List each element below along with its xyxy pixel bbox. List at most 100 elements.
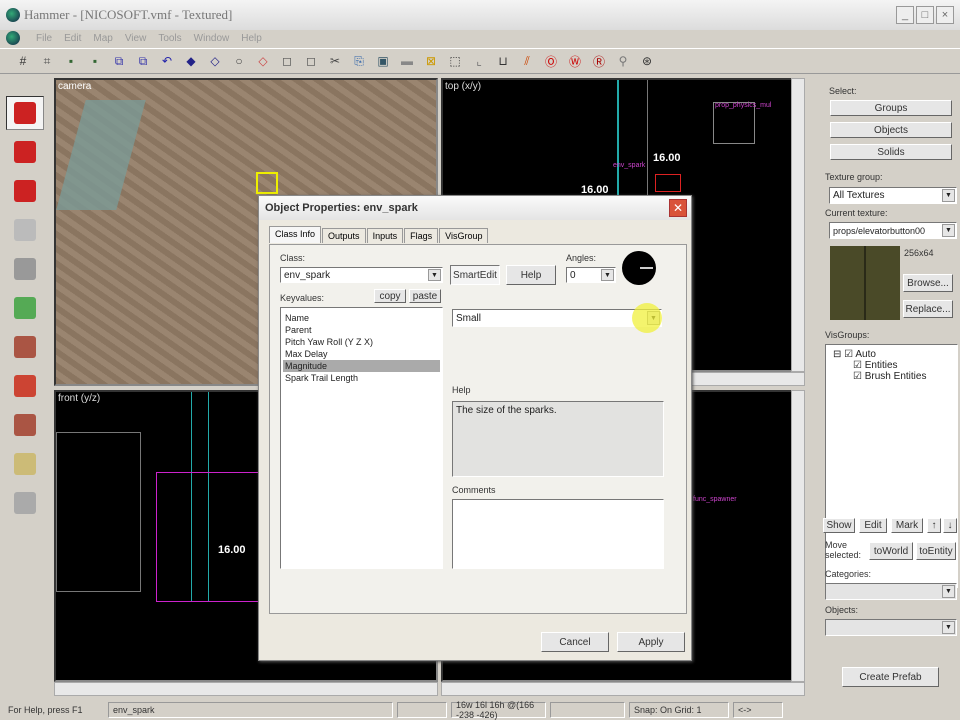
side-vscrollbar[interactable] xyxy=(791,390,805,682)
class-select[interactable]: env_spark ▼ xyxy=(280,267,443,283)
minimize-button[interactable]: _ xyxy=(896,6,914,24)
side-hscrollbar[interactable] xyxy=(441,682,805,696)
menu-view[interactable]: View xyxy=(125,33,147,44)
chevron-down-icon[interactable]: ▼ xyxy=(601,269,614,281)
camera-tool-icon[interactable] xyxy=(6,174,44,208)
overlay-tool-icon[interactable] xyxy=(6,408,44,442)
objects-select[interactable]: ▼ xyxy=(825,619,957,636)
chevron-down-icon[interactable]: ▼ xyxy=(942,585,955,598)
comments-input[interactable] xyxy=(452,499,664,569)
visgroup-auto[interactable]: ⊟ ☑ Auto xyxy=(833,349,957,360)
smartedit-toggle[interactable]: SmartEdit xyxy=(450,265,500,285)
replace-button[interactable]: Replace... xyxy=(903,300,953,318)
tab-class-info[interactable]: Class Info xyxy=(269,226,322,243)
keyvalue-item[interactable]: Name xyxy=(283,312,440,324)
magnify-icon[interactable] xyxy=(6,135,44,169)
select-box-icon[interactable]: ⬚ xyxy=(446,52,464,70)
angle-dial[interactable] xyxy=(622,251,656,285)
ungroup-icon[interactable]: ◇ xyxy=(206,52,224,70)
chevron-down-icon[interactable]: ▼ xyxy=(942,224,955,237)
help-button[interactable]: Help xyxy=(506,265,556,285)
browse-button[interactable]: Browse... xyxy=(903,274,953,292)
decal-icon[interactable]: ⫽ xyxy=(518,52,536,70)
check-problems-icon[interactable]: Ⓡ xyxy=(590,52,608,70)
paste-icon[interactable]: ▣ xyxy=(374,52,392,70)
keyvalues-list[interactable]: Name Parent Pitch Yaw Roll (Y Z X) Max Dela… xyxy=(280,307,443,569)
chevron-down-icon[interactable]: ▼ xyxy=(942,189,955,202)
front-hscrollbar[interactable] xyxy=(54,682,438,696)
vertex-tool-icon[interactable] xyxy=(6,486,44,520)
menu-file[interactable]: File xyxy=(36,33,52,44)
keyvalue-item[interactable]: Pitch Yaw Roll (Y Z X) xyxy=(283,336,440,348)
copy-button[interactable]: copy xyxy=(374,289,406,303)
maximize-button[interactable]: □ xyxy=(916,6,934,24)
texture-icon[interactable]: ⊔ xyxy=(494,52,512,70)
to-world-button[interactable]: toWorld xyxy=(869,542,913,560)
to-entity-button[interactable]: toEntity xyxy=(916,542,956,560)
carve-icon[interactable]: ◇ xyxy=(254,52,272,70)
visgroup-brush-entities[interactable]: ☑ Brush Entities xyxy=(853,371,957,382)
hide-icon[interactable]: ○ xyxy=(230,52,248,70)
entity-tool-icon[interactable] xyxy=(6,213,44,247)
load-window-icon[interactable]: ⧉ xyxy=(110,52,128,70)
value-select[interactable]: Small▼ xyxy=(452,309,662,327)
keyvalue-item[interactable]: Spark Trail Length xyxy=(283,372,440,384)
copy-icon[interactable]: ⎘ xyxy=(350,52,368,70)
entity-report-icon[interactable]: Ⓦ xyxy=(566,52,584,70)
dialog-close-button[interactable]: ✕ xyxy=(669,199,687,217)
cut-icon[interactable]: ✂ xyxy=(326,52,344,70)
keyvalue-item[interactable]: Parent xyxy=(283,324,440,336)
texture-lock-icon[interactable]: ▬ xyxy=(398,52,416,70)
group-icon[interactable]: ◆ xyxy=(182,52,200,70)
menu-tools[interactable]: Tools xyxy=(158,33,181,44)
scale-lock-icon[interactable]: ⊠ xyxy=(422,52,440,70)
run-map-icon[interactable]: Ⓞ xyxy=(542,52,560,70)
menu-edit[interactable]: Edit xyxy=(64,33,81,44)
chevron-down-icon[interactable]: ▼ xyxy=(942,621,955,634)
compile-icon[interactable]: ⚲ xyxy=(614,52,632,70)
move-up-button[interactable]: ↑ xyxy=(927,518,941,533)
tab-flags[interactable]: Flags xyxy=(404,228,439,243)
menu-help[interactable]: Help xyxy=(241,33,262,44)
mark-button[interactable]: Mark xyxy=(891,518,923,533)
categories-select[interactable]: ▼ xyxy=(825,583,957,600)
tab-outputs[interactable]: Outputs xyxy=(322,228,366,243)
3d-grid-icon[interactable]: ▪ xyxy=(62,52,80,70)
angles-select[interactable]: 0 ▼ xyxy=(566,267,616,283)
keyvalue-item[interactable]: Magnitude xyxy=(283,360,440,372)
menu-window[interactable]: Window xyxy=(194,33,230,44)
tab-inputs[interactable]: Inputs xyxy=(366,228,404,243)
create-prefab-button[interactable]: Create Prefab xyxy=(842,667,939,687)
undo-icon[interactable]: ↶ xyxy=(158,52,176,70)
apply-button[interactable]: Apply xyxy=(617,632,685,652)
objects-button[interactable]: Objects xyxy=(830,122,952,138)
apply-texture-icon[interactable] xyxy=(6,330,44,364)
close-button[interactable]: × xyxy=(936,6,954,24)
show-button[interactable]: Show xyxy=(823,518,855,533)
clip-icon[interactable]: ◻ xyxy=(302,52,320,70)
current-texture-select[interactable]: props/elevatorbutton00 ▼ xyxy=(829,222,957,239)
texture-group-select[interactable]: All Textures ▼ xyxy=(829,187,957,204)
3d-grid2-icon[interactable]: ▪ xyxy=(86,52,104,70)
visgroup-entities[interactable]: ☑ Entities xyxy=(853,360,957,371)
groups-button[interactable]: Groups xyxy=(830,100,952,116)
chevron-down-icon[interactable]: ▼ xyxy=(428,269,441,281)
grid-icon[interactable]: # xyxy=(14,52,32,70)
keyvalue-item[interactable]: Max Delay xyxy=(283,348,440,360)
clipping-tool-icon[interactable] xyxy=(6,447,44,481)
paste-button[interactable]: paste xyxy=(409,289,441,303)
save-window-icon[interactable]: ⧉ xyxy=(134,52,152,70)
decal-tool-icon[interactable] xyxy=(6,369,44,403)
cancel-button[interactable]: Cancel xyxy=(541,632,609,652)
solids-button[interactable]: Solids xyxy=(830,144,952,160)
hollow-icon[interactable]: ◻ xyxy=(278,52,296,70)
menu-map[interactable]: Map xyxy=(93,33,112,44)
tab-visgroup[interactable]: VisGroup xyxy=(439,228,489,243)
top-vscrollbar[interactable] xyxy=(791,78,805,372)
move-down-button[interactable]: ↓ xyxy=(943,518,957,533)
help-icon[interactable]: ⊛ xyxy=(638,52,656,70)
grid-toggle-icon[interactable]: ⌗ xyxy=(38,52,56,70)
selection-tool-icon[interactable] xyxy=(6,96,44,130)
handles-icon[interactable]: ⌞ xyxy=(470,52,488,70)
texture-application-icon[interactable] xyxy=(6,291,44,325)
